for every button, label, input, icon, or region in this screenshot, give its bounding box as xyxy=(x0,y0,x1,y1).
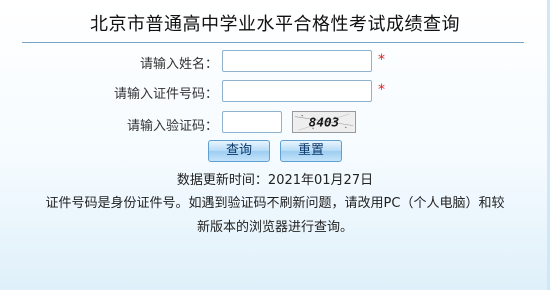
name-label: 请输入姓名： xyxy=(139,57,218,72)
id-number-label: 请输入证件号码： xyxy=(113,87,218,102)
captcha-text: 8403 xyxy=(309,115,340,130)
update-time-line: 数据更新时间：2021年01月27日 xyxy=(0,169,550,188)
id-number-input[interactable] xyxy=(222,80,372,102)
captcha-graphic: 8403 xyxy=(294,112,354,132)
update-time-label: 数据更新时间： xyxy=(176,173,268,188)
notice-line-1: 证件号码是身份证件号。如遇到验证码不刷新问题，请改用PC（个人电脑）和较 xyxy=(45,196,505,211)
notice-line-2: 新版本的浏览器进行查询。 xyxy=(196,220,353,235)
captcha-image[interactable]: 8403 xyxy=(292,111,356,133)
captcha-input[interactable] xyxy=(222,111,282,133)
update-time-value: 2021年01月27日 xyxy=(267,173,374,188)
notice-text: 证件号码是身份证件号。如遇到验证码不刷新问题，请改用PC（个人电脑）和较 新版本… xyxy=(20,192,530,240)
title-divider xyxy=(22,42,524,43)
name-input[interactable] xyxy=(222,50,372,72)
captcha-label: 请输入验证码： xyxy=(126,119,218,134)
query-panel: 北京市普通高中学业水平合格性考试成绩查询 请输入姓名： * 请输入证件号码： *… xyxy=(0,0,550,290)
reset-button[interactable]: 重置 xyxy=(280,140,342,162)
query-button[interactable]: 查询 xyxy=(208,140,270,162)
name-required-mark: * xyxy=(378,52,385,68)
id-number-required-mark: * xyxy=(378,82,385,98)
page-title: 北京市普通高中学业水平合格性考试成绩查询 xyxy=(90,14,460,35)
